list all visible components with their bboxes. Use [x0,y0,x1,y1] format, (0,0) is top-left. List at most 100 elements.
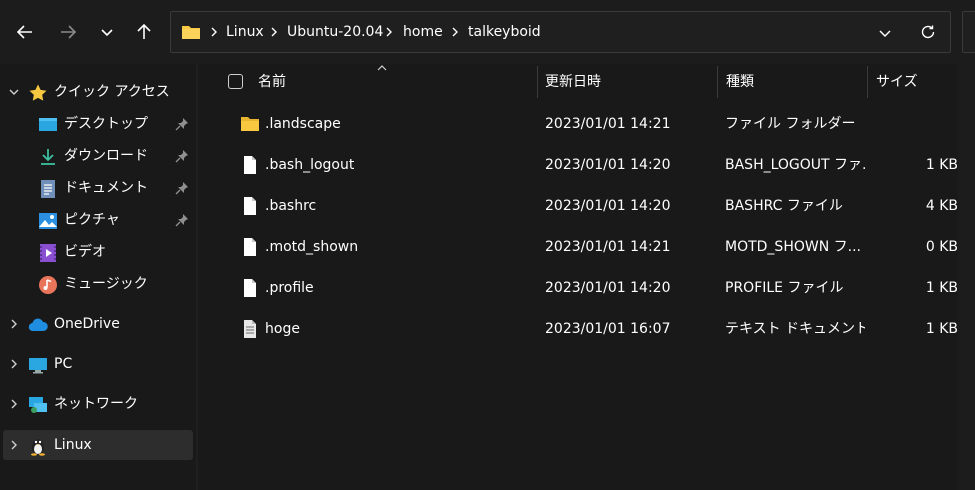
file-type: テキスト ドキュメント [725,321,865,337]
sidebar-item-onedrive[interactable]: OneDrive [0,309,196,339]
document-icon [41,180,55,198]
linux-icon [31,439,45,456]
file-size: 1 KB [925,321,958,337]
sidebar-item-downloads[interactable]: ダウンロード [0,141,196,171]
pin-icon[interactable] [175,117,189,131]
file-icon [244,197,256,215]
sidebar-item-pictures[interactable]: ピクチャ [0,205,196,235]
forward-button[interactable] [52,16,84,48]
file-size: 1 KB [925,280,958,296]
sidebar-item-label: ネットワーク [54,396,138,412]
sidebar-item-label: Linux [54,437,92,453]
chevron-right-icon[interactable] [8,439,20,451]
file-date: 2023/01/01 14:20 [545,198,671,214]
file-type: MOTD_SHOWN フ... [725,239,861,255]
file-date: 2023/01/01 14:20 [545,280,671,296]
chevron-right-icon [271,27,277,37]
refresh-icon[interactable] [919,23,937,41]
pc-icon [29,358,47,374]
sidebar-item-label: デスクトップ [64,116,148,132]
arrow-left-icon [16,25,32,39]
recent-locations-button[interactable] [91,16,123,48]
chevron-right-icon[interactable] [8,318,20,330]
toolbar: Linux Ubuntu-20.04 home talkeyboid [0,0,975,64]
chevron-down-icon[interactable] [8,86,20,98]
address-dropdown-icon[interactable] [878,26,892,40]
up-button[interactable] [128,16,160,48]
picture-icon [39,213,57,229]
column-divider[interactable] [717,66,718,98]
file-date: 2023/01/01 14:21 [545,239,671,255]
star-icon [29,84,47,101]
file-name: .bashrc [265,198,317,214]
music-icon [39,276,57,294]
sidebar-item-label: OneDrive [54,316,120,332]
sidebar-item-music[interactable]: ミュージック [0,269,196,299]
file-row[interactable]: .landscape 2023/01/01 14:21 ファイル フォルダー [198,104,958,144]
column-date[interactable]: 更新日時 [545,64,601,100]
sidebar-item-label: クイック アクセス [54,84,170,100]
arrow-up-icon [137,23,151,39]
file-row[interactable]: .profile 2023/01/01 14:20 PROFILE ファイル 1… [198,268,958,308]
pin-icon[interactable] [175,149,189,163]
file-row[interactable]: hoge 2023/01/01 16:07 テキスト ドキュメント 1 KB [198,309,958,349]
sidebar-item-label: ドキュメント [64,180,148,196]
text-file-icon [244,320,256,338]
sidebar-item-network[interactable]: ネットワーク [0,389,196,419]
network-icon [29,397,47,413]
file-name: hoge [265,321,300,337]
file-date: 2023/01/01 16:07 [545,321,671,337]
sidebar-item-linux[interactable]: Linux [3,430,193,460]
sidebar-item-label: ビデオ [64,244,106,260]
chevron-right-icon [452,27,458,37]
file-date: 2023/01/01 14:21 [545,116,671,132]
column-header: 名前 更新日時 種類 サイズ [198,64,975,100]
sidebar-item-videos[interactable]: ビデオ [0,237,196,267]
sidebar-item-desktop[interactable]: デスクトップ [0,109,196,139]
file-row[interactable]: .bashrc 2023/01/01 14:20 BASHRC ファイル 4 K… [198,186,958,226]
file-type: ファイル フォルダー [725,116,856,132]
breadcrumb-talkeyboid[interactable]: talkeyboid [468,12,541,52]
column-name[interactable]: 名前 [258,64,286,100]
sidebar-item-label: PC [54,356,73,372]
file-name: .landscape [265,116,341,132]
column-size[interactable]: サイズ [876,64,918,100]
select-all-checkbox[interactable] [228,74,243,89]
sidebar-item-label: ミュージック [64,276,148,292]
folder-icon [182,26,200,39]
sidebar-item-pc[interactable]: PC [0,349,196,379]
file-name: .bash_logout [265,157,355,173]
breadcrumb-linux[interactable]: Linux [226,12,264,52]
chevron-right-icon[interactable] [8,358,20,370]
chevron-right-icon [386,27,392,37]
column-type[interactable]: 種類 [726,64,754,100]
pin-icon[interactable] [175,181,189,195]
column-divider[interactable] [537,66,538,98]
file-icon [244,279,256,297]
sidebar-item-documents[interactable]: ドキュメント [0,173,196,203]
file-icon [244,238,256,256]
file-list-scrollbar[interactable] [958,64,975,490]
chevron-right-icon [211,27,217,37]
file-name: .motd_shown [265,239,359,255]
folder-icon [241,117,259,131]
sidebar-item-quick-access[interactable]: クイック アクセス [0,77,196,107]
file-row[interactable]: .motd_shown 2023/01/01 14:21 MOTD_SHOWN … [198,227,958,267]
arrow-right-icon [61,25,77,39]
navigation-pane: クイック アクセス デスクトップ ダウンロード ドキュメント ピクチャ ビデオ … [0,64,196,490]
chevron-right-icon[interactable] [8,398,20,410]
breadcrumb-home[interactable]: home [403,12,443,52]
file-icon [244,156,256,174]
file-type: BASHRC ファイル [725,198,843,214]
video-icon [40,244,56,262]
search-box[interactable] [962,11,975,53]
back-button[interactable] [9,16,41,48]
address-bar[interactable]: Linux Ubuntu-20.04 home talkeyboid [170,11,951,53]
pin-icon[interactable] [175,213,189,227]
download-icon [41,149,55,165]
file-name: .profile [265,280,314,296]
file-row[interactable]: .bash_logout 2023/01/01 14:20 BASH_LOGOU… [198,145,958,185]
column-divider[interactable] [867,66,868,98]
breadcrumb-ubuntu[interactable]: Ubuntu-20.04 [287,12,383,52]
sort-ascending-icon [377,65,387,71]
